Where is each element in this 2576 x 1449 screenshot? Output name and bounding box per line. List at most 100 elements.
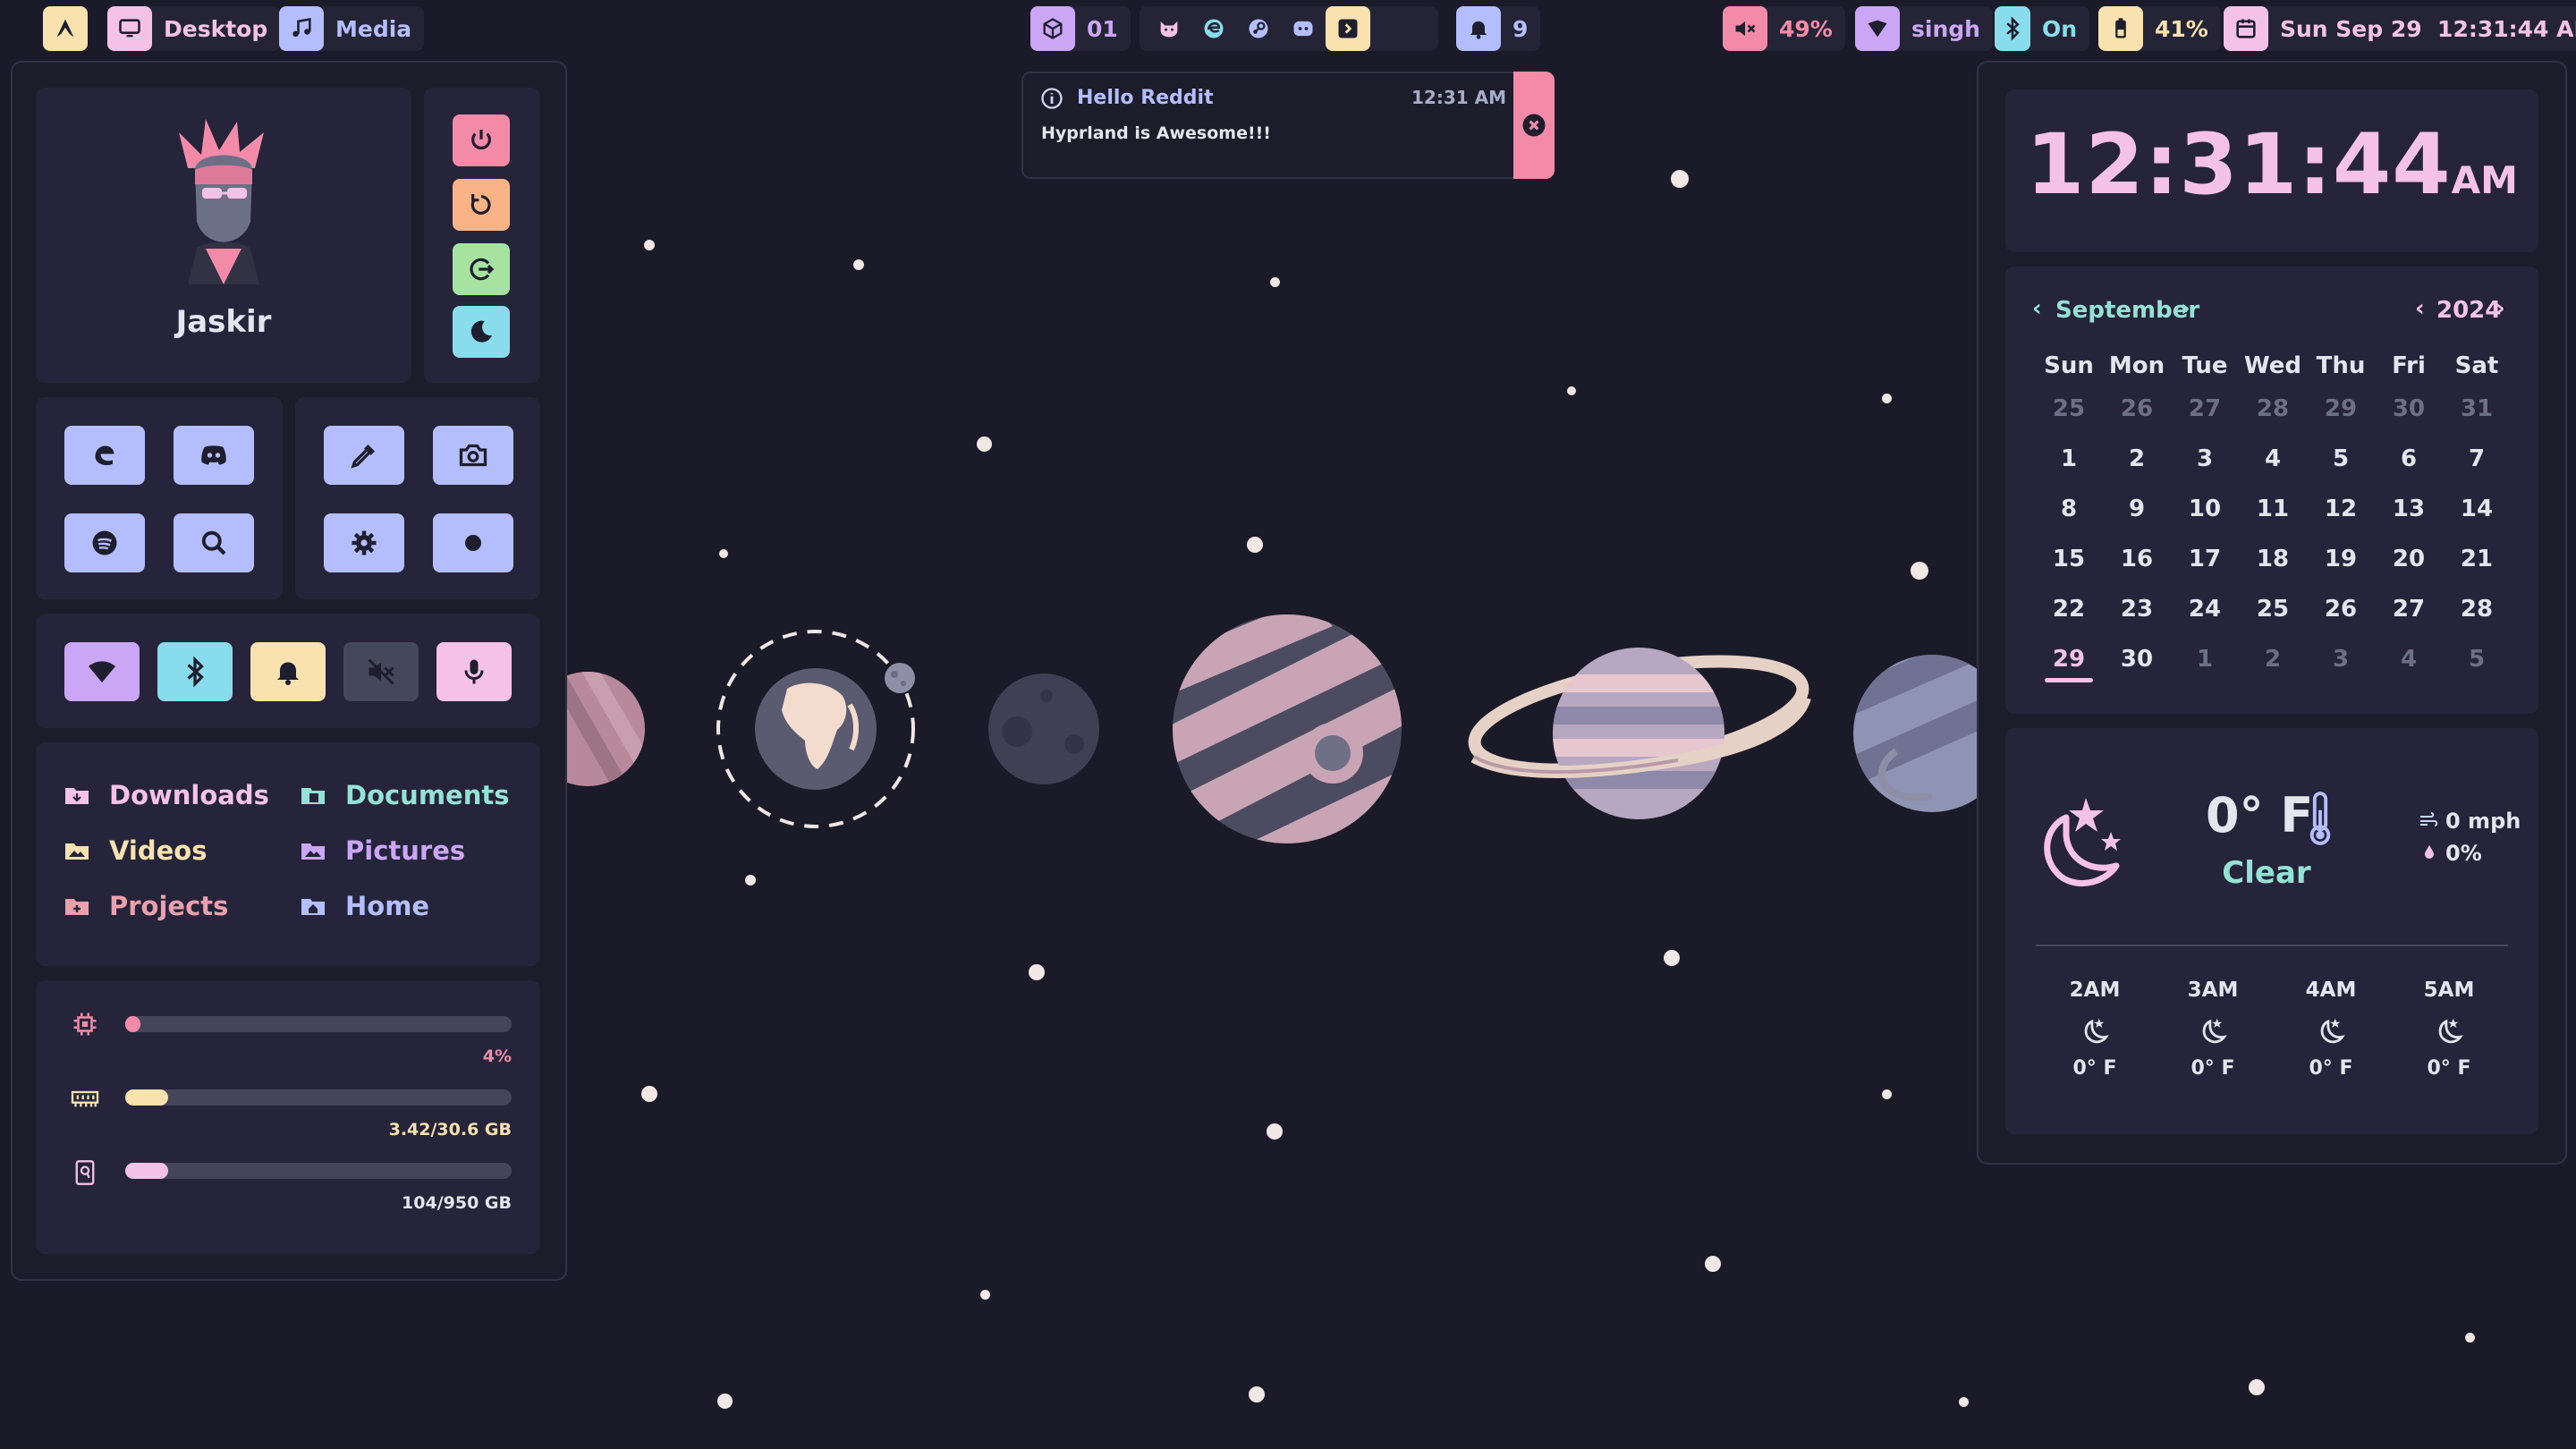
calendar-day[interactable]: 9 bbox=[2106, 496, 2168, 522]
calendar-day[interactable]: 8 bbox=[2038, 496, 2100, 522]
spotify-shortcut[interactable] bbox=[64, 513, 145, 572]
calendar-day[interactable]: 23 bbox=[2106, 596, 2168, 623]
launcher-button[interactable] bbox=[43, 6, 88, 51]
folder-videos[interactable]: Videos bbox=[64, 835, 208, 866]
screenshot-button[interactable] bbox=[433, 426, 513, 485]
next-year-button[interactable]: › bbox=[2496, 295, 2505, 322]
calendar-day[interactable]: 5 bbox=[2445, 646, 2508, 673]
vpn-user-button[interactable]: singh bbox=[1855, 6, 1993, 51]
battery-button[interactable]: 41% bbox=[2098, 6, 2221, 51]
media-button[interactable]: Media bbox=[279, 6, 425, 51]
calendar-day[interactable]: 27 bbox=[2377, 596, 2440, 623]
wind-icon bbox=[2420, 812, 2438, 826]
folder-downloads[interactable]: Downloads bbox=[64, 780, 269, 810]
calendar-day[interactable]: 29 bbox=[2038, 646, 2100, 673]
folder-projects[interactable]: Projects bbox=[64, 891, 228, 921]
info-icon bbox=[1041, 88, 1063, 109]
notification-close-button[interactable] bbox=[1513, 72, 1555, 179]
folder-home[interactable]: Home bbox=[301, 891, 429, 921]
weekday-header: Wed bbox=[2244, 352, 2301, 379]
notification-button[interactable]: 9 bbox=[1456, 6, 1541, 51]
calendar-day[interactable]: 25 bbox=[2241, 596, 2304, 623]
folder-documents[interactable]: Documents bbox=[301, 780, 510, 810]
microphone-toggle[interactable] bbox=[436, 642, 512, 701]
color-picker-button[interactable] bbox=[324, 426, 404, 485]
hourly-forecast: 5AM 0° F bbox=[2395, 979, 2503, 1080]
calendar-day[interactable]: 20 bbox=[2377, 546, 2440, 572]
forecast-temp: 0° F bbox=[2427, 1057, 2471, 1080]
calendar-day[interactable]: 22 bbox=[2038, 596, 2100, 623]
calendar-day[interactable]: 27 bbox=[2174, 395, 2236, 422]
settings-button[interactable] bbox=[324, 513, 404, 572]
calendar-day[interactable]: 26 bbox=[2106, 395, 2168, 422]
star bbox=[1247, 537, 1263, 553]
notification-popup[interactable]: Hello Reddit 12:31 AM Hyprland is Awesom… bbox=[1021, 72, 1555, 179]
calendar-day[interactable]: 10 bbox=[2174, 496, 2236, 522]
calendar-day[interactable]: 7 bbox=[2445, 445, 2508, 472]
calendar-day[interactable]: 24 bbox=[2174, 596, 2236, 623]
calendar-day[interactable]: 4 bbox=[2377, 646, 2440, 673]
bluetooth-toggle[interactable] bbox=[157, 642, 233, 701]
search-shortcut[interactable] bbox=[174, 513, 254, 572]
datetime: Sun Sep 29 12:31:44 AM bbox=[2280, 15, 2576, 42]
prev-year-button[interactable]: ‹ bbox=[2415, 295, 2425, 322]
desktop-button[interactable]: Desktop bbox=[107, 6, 281, 51]
browser-shortcut[interactable] bbox=[64, 426, 145, 485]
wifi-toggle[interactable] bbox=[64, 642, 140, 701]
terminal-icon[interactable] bbox=[1326, 6, 1370, 51]
calendar-day[interactable]: 31 bbox=[2445, 395, 2508, 422]
discord-icon[interactable] bbox=[1281, 6, 1326, 51]
calendar-day[interactable]: 4 bbox=[2241, 445, 2304, 472]
notifications-toggle[interactable] bbox=[250, 642, 326, 701]
calendar-day[interactable]: 28 bbox=[2445, 596, 2508, 623]
calendar-day[interactable]: 25 bbox=[2038, 395, 2100, 422]
calendar-day[interactable]: 2 bbox=[2106, 445, 2168, 472]
calendar-day[interactable]: 3 bbox=[2309, 646, 2372, 673]
bluetooth-button[interactable]: On bbox=[1995, 6, 2090, 51]
discord-shortcut[interactable] bbox=[174, 426, 254, 485]
cat-icon[interactable] bbox=[1147, 6, 1191, 51]
calendar-day[interactable]: 16 bbox=[2106, 546, 2168, 572]
folder-home-icon bbox=[301, 899, 325, 915]
calendar-day[interactable]: 30 bbox=[2106, 646, 2168, 673]
edge-browser-icon[interactable] bbox=[1191, 6, 1236, 51]
logout-icon bbox=[470, 258, 495, 281]
prev-month-button[interactable]: ‹ bbox=[2032, 295, 2042, 322]
calendar-day[interactable]: 1 bbox=[2174, 646, 2236, 673]
calendar-day[interactable]: 15 bbox=[2038, 546, 2100, 572]
mute-toggle[interactable] bbox=[343, 642, 419, 701]
folder-pictures[interactable]: Pictures bbox=[301, 835, 465, 866]
calendar-day[interactable]: 30 bbox=[2377, 395, 2440, 422]
calendar-day[interactable]: 5 bbox=[2309, 445, 2372, 472]
calendar-day[interactable]: 26 bbox=[2309, 596, 2372, 623]
calendar-day[interactable]: 3 bbox=[2174, 445, 2236, 472]
calendar-day[interactable]: 1 bbox=[2038, 445, 2100, 472]
calendar-day[interactable]: 6 bbox=[2377, 445, 2440, 472]
calendar-day[interactable]: 29 bbox=[2309, 395, 2372, 422]
shutdown-button[interactable] bbox=[453, 114, 510, 166]
calendar-day[interactable]: 13 bbox=[2377, 496, 2440, 522]
ram-usage-label: 3.42/30.6 GB bbox=[388, 1120, 512, 1140]
calendar-day[interactable]: 17 bbox=[2174, 546, 2236, 572]
calendar-day[interactable]: 12 bbox=[2309, 496, 2372, 522]
calendar-day[interactable]: 21 bbox=[2445, 546, 2508, 572]
next-month-button[interactable]: › bbox=[2181, 295, 2190, 322]
calendar-day[interactable]: 11 bbox=[2241, 496, 2304, 522]
steam-icon[interactable] bbox=[1236, 6, 1281, 51]
forecast-hour: 2AM bbox=[2069, 979, 2121, 1002]
sleep-button[interactable] bbox=[453, 306, 510, 358]
star bbox=[1882, 1089, 1892, 1099]
calendar-day[interactable]: 19 bbox=[2309, 546, 2372, 572]
calendar-day[interactable]: 28 bbox=[2241, 395, 2304, 422]
reboot-button[interactable] bbox=[453, 179, 510, 231]
workspace-indicator[interactable]: 01 bbox=[1030, 6, 1131, 51]
volume-button[interactable]: 49% bbox=[1723, 6, 1845, 51]
clock-button[interactable]: Sun Sep 29 12:31:44 AM bbox=[2224, 6, 2576, 51]
folder-label: Pictures bbox=[345, 835, 466, 866]
calendar-day[interactable]: 14 bbox=[2445, 496, 2508, 522]
calendar-day[interactable]: 2 bbox=[2241, 646, 2304, 673]
record-button[interactable] bbox=[433, 513, 513, 572]
logout-button[interactable] bbox=[453, 243, 510, 295]
profile-name: Jaskir bbox=[175, 304, 272, 340]
calendar-day[interactable]: 18 bbox=[2241, 546, 2304, 572]
